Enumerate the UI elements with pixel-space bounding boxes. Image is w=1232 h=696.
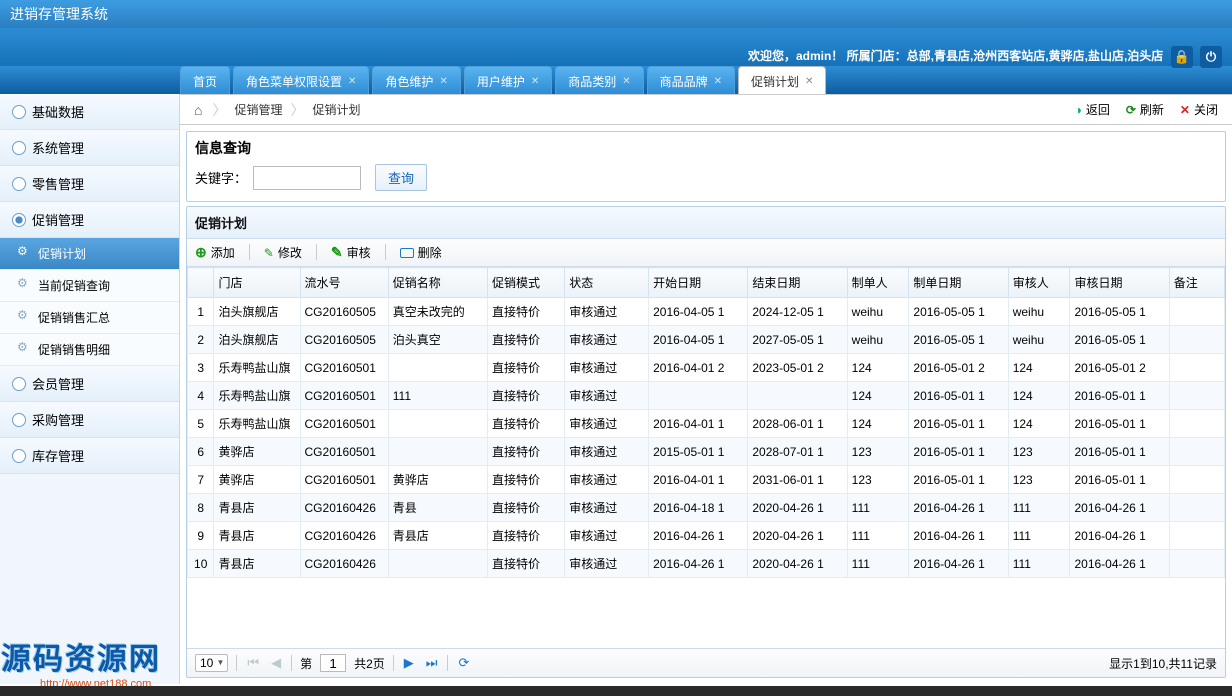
table-row[interactable]: 3乐寿鸭盐山旗CG20160501直接特价审核通过2016-04-01 2202… <box>188 354 1225 382</box>
tab-角色维护[interactable]: 角色维护✕ <box>372 66 460 94</box>
welcome-text: 欢迎您，admin！ 所属门店：总部,青县店,沧州西客站店,黄骅店,盐山店,泊头… <box>748 46 1222 68</box>
audit-button[interactable]: ✎审核 <box>331 244 371 261</box>
search-button[interactable]: 查询 <box>375 164 427 191</box>
table-row[interactable]: 5乐寿鸭盐山旗CG20160501直接特价审核通过2016-04-01 1202… <box>188 410 1225 438</box>
keyword-input[interactable] <box>253 166 361 190</box>
breadcrumb: ⌂ 〉 促销管理 〉 促销计划 ◑返回 ⟳刷新 ✕关闭 <box>180 95 1232 125</box>
home-icon[interactable]: ⌂ <box>188 102 208 118</box>
refresh-button[interactable]: ⟳刷新 <box>1126 101 1164 118</box>
table-row[interactable]: 1泊头旗舰店CG20160505真空未改完的直接特价审核通过2016-04-05… <box>188 298 1225 326</box>
close-icon: ✕ <box>1180 103 1190 117</box>
sidebar-item-系统管理[interactable]: 系统管理 <box>0 130 179 166</box>
watermark-logo: 源码资源网 <box>1 634 161 678</box>
lock-icon[interactable]: 🔒 <box>1171 46 1193 68</box>
col-header[interactable]: 促销模式 <box>488 268 565 298</box>
grid-title: 促销计划 <box>187 207 1225 239</box>
refresh-icon: ⟳ <box>1126 103 1136 117</box>
col-header[interactable]: 结束日期 <box>748 268 847 298</box>
page-size-select[interactable]: 10 <box>195 654 228 672</box>
sidebar: 基础数据系统管理零售管理促销管理促销计划当前促销查询促销销售汇总促销销售明细会员… <box>0 94 180 684</box>
sidebar-item-会员管理[interactable]: 会员管理 <box>0 366 179 402</box>
close-button[interactable]: ✕关闭 <box>1180 101 1218 118</box>
grid-toolbar: ⊕添加 ✎修改 ✎审核 删除 <box>187 239 1225 267</box>
tab-close-icon[interactable]: ✕ <box>439 76 447 87</box>
next-page-icon[interactable]: ▶ <box>402 655 416 671</box>
last-page-icon[interactable]: ⏭ <box>424 655 440 671</box>
tab-close-icon[interactable]: ✕ <box>348 76 356 87</box>
sidebar-item-零售管理[interactable]: 零售管理 <box>0 166 179 202</box>
table-row[interactable]: 9青县店CG20160426青县店直接特价审核通过2016-04-26 1202… <box>188 522 1225 550</box>
tab-首页[interactable]: 首页 <box>180 66 230 94</box>
sidebar-item-库存管理[interactable]: 库存管理 <box>0 438 179 474</box>
col-header[interactable]: 促销名称 <box>388 268 487 298</box>
prev-page-icon[interactable]: ◀ <box>269 655 283 671</box>
header-info-bar: 欢迎您，admin！ 所属门店：总部,青县店,沧州西客站店,黄骅店,盐山店,泊头… <box>0 28 1232 66</box>
col-header[interactable]: 门店 <box>214 268 300 298</box>
tab-close-icon[interactable]: ✕ <box>531 76 539 87</box>
sidebar-item-采购管理[interactable]: 采购管理 <box>0 402 179 438</box>
content-area: ⌂ 〉 促销管理 〉 促销计划 ◑返回 ⟳刷新 ✕关闭 信息查询 关键字： 查询… <box>180 94 1232 684</box>
col-header[interactable]: 审核日期 <box>1070 268 1169 298</box>
tabs-bar: 首页角色菜单权限设置✕角色维护✕用户维护✕商品类别✕商品品牌✕促销计划✕ <box>0 66 1232 94</box>
table-row[interactable]: 4乐寿鸭盐山旗CG20160501111直接特价审核通过1242016-05-0… <box>188 382 1225 410</box>
sidebar-sub-促销销售汇总[interactable]: 促销销售汇总 <box>0 302 179 334</box>
app-header: 进销存管理系统 <box>0 0 1232 28</box>
query-panel: 信息查询 关键字： 查询 <box>186 131 1226 202</box>
col-header[interactable]: 流水号 <box>300 268 388 298</box>
edit-button[interactable]: ✎修改 <box>264 244 302 261</box>
add-icon: ⊕ <box>195 244 207 261</box>
add-button[interactable]: ⊕添加 <box>195 244 235 261</box>
page-input[interactable] <box>320 654 346 672</box>
col-header[interactable]: 制单日期 <box>909 268 1008 298</box>
data-grid: 门店流水号促销名称促销模式状态开始日期结束日期制单人制单日期审核人审核日期备注 … <box>187 267 1225 578</box>
sidebar-sub-促销销售明细[interactable]: 促销销售明细 <box>0 334 179 366</box>
tab-角色菜单权限设置[interactable]: 角色菜单权限设置✕ <box>233 66 369 94</box>
tab-close-icon[interactable]: ✕ <box>805 76 813 87</box>
keyword-label: 关键字： <box>195 168 247 187</box>
tab-商品品牌[interactable]: 商品品牌✕ <box>647 66 735 94</box>
breadcrumb-item: 促销计划 <box>308 101 364 118</box>
col-header[interactable]: 备注 <box>1169 268 1224 298</box>
app-title: 进销存管理系统 <box>10 6 108 22</box>
sidebar-item-基础数据[interactable]: 基础数据 <box>0 94 179 130</box>
table-row[interactable]: 7黄骅店CG20160501黄骅店直接特价审核通过2016-04-01 1203… <box>188 466 1225 494</box>
breadcrumb-item[interactable]: 促销管理 <box>230 101 286 118</box>
back-icon: ◑ <box>1075 103 1082 117</box>
pager-info: 显示1到10,共11记录 <box>1109 655 1217 672</box>
table-row[interactable]: 10青县店CG20160426直接特价审核通过2016-04-26 12020-… <box>188 550 1225 578</box>
sidebar-item-促销管理[interactable]: 促销管理 <box>0 202 179 238</box>
bottom-bar <box>0 686 1232 696</box>
sidebar-sub-当前促销查询[interactable]: 当前促销查询 <box>0 270 179 302</box>
grid-panel: 促销计划 ⊕添加 ✎修改 ✎审核 删除 门店流水号促销名称促销模式状态开始日期结… <box>186 206 1226 678</box>
edit-icon: ✎ <box>264 246 274 260</box>
audit-icon: ✎ <box>331 244 343 261</box>
table-row[interactable]: 6黄骅店CG20160501直接特价审核通过2015-05-01 12028-0… <box>188 438 1225 466</box>
query-title: 信息查询 <box>195 138 1217 158</box>
back-button[interactable]: ◑返回 <box>1075 101 1110 118</box>
pager: 10 ⏮ ◀ 第 共2页 ▶ ⏭ ⟳ 显示1到10,共11记录 <box>187 648 1225 677</box>
table-row[interactable]: 2泊头旗舰店CG20160505泊头真空直接特价审核通过2016-04-05 1… <box>188 326 1225 354</box>
delete-icon <box>400 248 414 258</box>
pager-refresh-icon[interactable]: ⟳ <box>456 655 471 671</box>
col-header[interactable]: 开始日期 <box>649 268 748 298</box>
table-row[interactable]: 8青县店CG20160426青县直接特价审核通过2016-04-18 12020… <box>188 494 1225 522</box>
tab-商品类别[interactable]: 商品类别✕ <box>555 66 643 94</box>
tab-close-icon[interactable]: ✕ <box>622 76 630 87</box>
power-icon[interactable]: ⏻ <box>1200 46 1222 68</box>
tab-close-icon[interactable]: ✕ <box>714 76 722 87</box>
first-page-icon[interactable]: ⏮ <box>245 655 261 671</box>
col-header[interactable]: 制单人 <box>847 268 909 298</box>
sidebar-sub-促销计划[interactable]: 促销计划 <box>0 238 179 270</box>
col-header[interactable]: 审核人 <box>1008 268 1070 298</box>
tab-用户维护[interactable]: 用户维护✕ <box>464 66 552 94</box>
col-header[interactable]: 状态 <box>565 268 649 298</box>
delete-button[interactable]: 删除 <box>400 244 442 261</box>
tab-促销计划[interactable]: 促销计划✕ <box>738 66 826 94</box>
